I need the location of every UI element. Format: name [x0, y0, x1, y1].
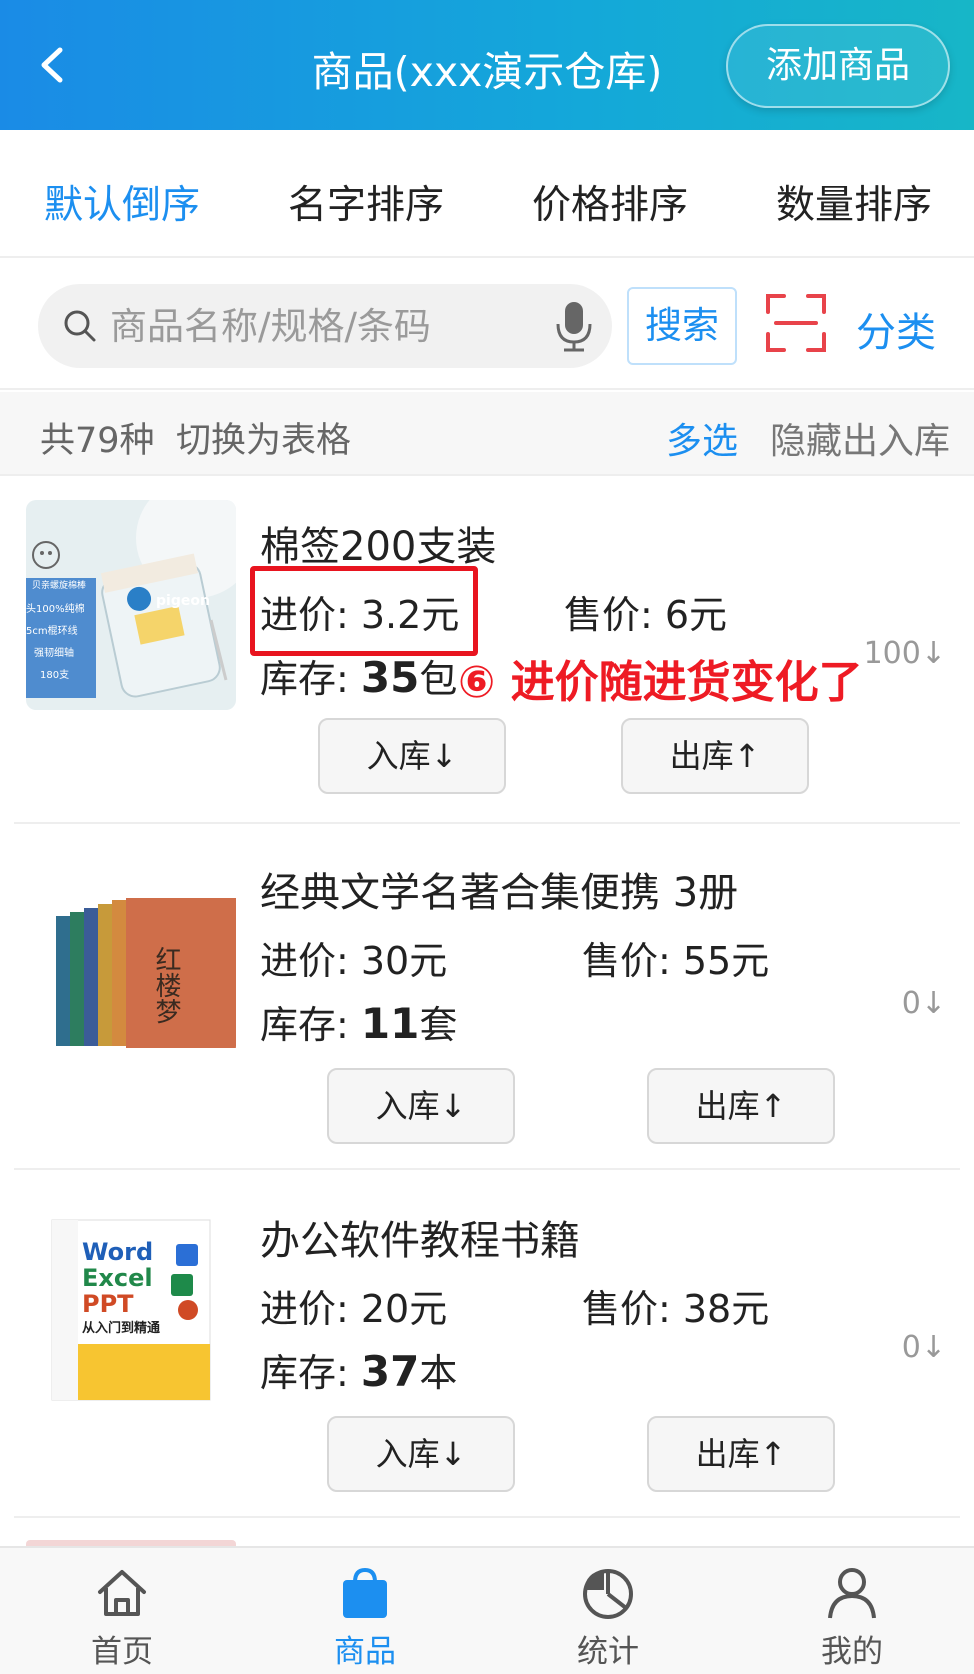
stock-number: 37 — [360, 1347, 420, 1396]
search-icon — [64, 310, 96, 342]
stock-unit: 本 — [419, 1351, 458, 1395]
stock-number: 35 — [360, 653, 420, 702]
stock-in-button[interactable]: 入库↓ — [327, 1068, 515, 1144]
stock-info: 库存: 11套 — [260, 994, 457, 1049]
category-link[interactable]: 分类 — [856, 300, 936, 358]
divider — [14, 1168, 960, 1170]
stock-label: 库存: — [260, 1003, 361, 1047]
summary-row: 共79种 切换为表格 多选 隐藏出入库 — [0, 392, 974, 476]
stock-label: 库存: — [260, 657, 361, 701]
add-product-button[interactable]: 添加商品 — [726, 24, 950, 108]
bottom-tab-bar: 首页 商品 统计 我的 — [0, 1546, 974, 1674]
cost-price: 进价: 30元 — [260, 939, 448, 983]
thumb-swab-line: 贝亲螺旋棉棒 — [32, 579, 86, 591]
side-count: 0↓ — [901, 1330, 946, 1365]
thumb-brand-text: pigeon — [156, 593, 210, 609]
search-button[interactable]: 搜索 — [627, 287, 737, 365]
tab-label: 商品 — [334, 1634, 396, 1670]
stock-info: 库存: 37本 — [260, 1342, 457, 1397]
product-item[interactable]: Word Excel PPT 从入门到精通 办公软件教程书籍 进价: 20元 售… — [0, 1172, 974, 1518]
multi-select-link[interactable]: 多选 — [666, 412, 738, 464]
thumb-swab-line: 头100%纯棉 — [26, 602, 85, 615]
thumb-swab-line: 5cm棍环线 — [26, 624, 78, 637]
product-item[interactable]: 红楼梦 经典文学名著合集便携 3册 进价: 30元 售价: 55元 库存: 11… — [0, 824, 974, 1170]
sort-by-price[interactable]: 价格排序 — [532, 174, 688, 230]
product-item[interactable]: pigeon 贝亲螺旋棉棒 头100%纯棉 5cm棍环线 强韧细轴 180支 棉… — [0, 478, 974, 824]
tab-label: 我的 — [821, 1634, 883, 1670]
tab-profile[interactable]: 我的 — [772, 1548, 932, 1674]
hide-inout-link[interactable]: 隐藏出入库 — [770, 412, 950, 464]
product-thumbnail: 红楼梦 — [26, 846, 236, 1056]
thumb-swab-line: 180支 — [40, 669, 69, 681]
thumb-ppt-text: PPT — [82, 1290, 134, 1318]
sort-bar: 默认倒序 名字排序 价格排序 数量排序 — [0, 130, 974, 258]
product-name: 经典文学名著合集便携 3册 — [260, 870, 739, 916]
thumb-subtitle-text: 从入门到精通 — [82, 1320, 160, 1336]
sort-by-quantity[interactable]: 数量排序 — [776, 174, 932, 230]
tab-products[interactable]: 商品 — [285, 1548, 445, 1674]
tab-label: 统计 — [577, 1634, 639, 1670]
tab-home[interactable]: 首页 — [42, 1548, 202, 1674]
sale-price: 售价: 38元 — [582, 1287, 770, 1331]
user-icon — [828, 1568, 876, 1619]
product-count: 共79种 — [40, 421, 155, 461]
app-header: 商品(xxx演示仓库) 添加商品 — [0, 0, 974, 130]
stock-label: 库存: — [260, 1351, 361, 1395]
stock-out-button[interactable]: 出库↑ — [647, 1416, 835, 1492]
search-input[interactable] — [110, 298, 540, 354]
thumb-book-title: 红楼梦 — [151, 946, 181, 1024]
thumb-word-text: Word — [82, 1238, 153, 1266]
sale-price: 售价: 55元 — [582, 939, 770, 983]
stock-info: 库存: 35包 — [260, 648, 457, 703]
sale-price: 售价: 6元 — [564, 593, 728, 637]
sort-default-desc[interactable]: 默认倒序 — [44, 174, 200, 230]
switch-to-table-link[interactable]: 切换为表格 — [176, 412, 351, 463]
annotation-text: ⑥ 进价随进货变化了 — [458, 657, 863, 708]
home-icon — [98, 1570, 146, 1616]
annotation-highlight-box — [250, 566, 478, 656]
sort-by-name[interactable]: 名字排序 — [288, 174, 444, 230]
tab-statistics[interactable]: 统计 — [528, 1548, 688, 1674]
shopping-bag-icon — [343, 1567, 387, 1618]
stock-out-button[interactable]: 出库↑ — [621, 718, 809, 794]
search-row: 搜索 分类 — [0, 260, 974, 390]
stock-number: 11 — [360, 999, 420, 1048]
microphone-icon[interactable] — [552, 300, 596, 352]
side-count: 100↓ — [863, 636, 946, 671]
search-box[interactable] — [38, 284, 612, 368]
pie-chart-icon — [583, 1569, 633, 1619]
product-name: 办公软件教程书籍 — [260, 1218, 580, 1264]
stock-unit: 包 — [419, 657, 458, 701]
divider — [14, 1516, 960, 1518]
stock-unit: 套 — [419, 1003, 458, 1047]
scan-icon[interactable] — [766, 294, 826, 352]
product-thumbnail: pigeon 贝亲螺旋棉棒 头100%纯棉 5cm棍环线 强韧细轴 180支 — [26, 500, 236, 710]
stock-in-button[interactable]: 入库↓ — [327, 1416, 515, 1492]
product-thumbnail: Word Excel PPT 从入门到精通 — [26, 1194, 236, 1404]
cost-price: 进价: 20元 — [260, 1287, 448, 1331]
stock-in-button[interactable]: 入库↓ — [318, 718, 506, 794]
product-name: 棉签200支装 — [260, 524, 497, 570]
tab-label: 首页 — [91, 1634, 153, 1670]
thumb-swab-line: 强韧细轴 — [34, 646, 74, 659]
stock-out-button[interactable]: 出库↑ — [647, 1068, 835, 1144]
side-count: 0↓ — [901, 986, 946, 1021]
thumb-excel-text: Excel — [82, 1264, 153, 1292]
